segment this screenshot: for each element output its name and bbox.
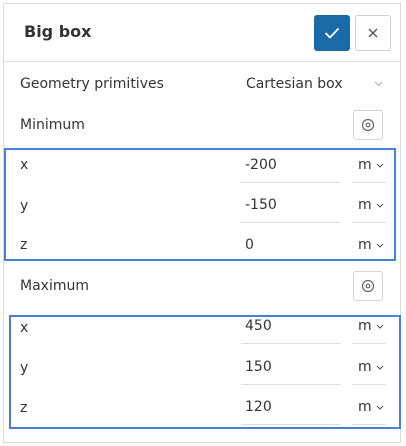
confirm-button[interactable] <box>314 15 350 51</box>
geometry-primitives-select[interactable]: Cartesian box <box>244 72 386 96</box>
maximum-fields-highlight <box>9 315 401 429</box>
minimum-reset-button[interactable] <box>353 110 383 140</box>
minimum-label: Minimum <box>20 117 85 133</box>
chevron-down-icon <box>374 81 383 87</box>
minimum-fields-highlight <box>4 148 396 261</box>
close-icon <box>368 28 378 38</box>
maximum-reset-button[interactable] <box>353 271 383 301</box>
maximum-label: Maximum <box>20 278 89 294</box>
check-icon <box>324 27 340 39</box>
target-icon <box>361 118 375 132</box>
panel-header: Big box <box>4 4 400 62</box>
panel-title: Big box <box>24 22 92 41</box>
target-icon <box>361 279 375 293</box>
geometry-primitives-value: Cartesian box <box>246 76 343 92</box>
geometry-primitives-label: Geometry primitives <box>20 76 164 92</box>
close-button[interactable] <box>355 15 391 51</box>
